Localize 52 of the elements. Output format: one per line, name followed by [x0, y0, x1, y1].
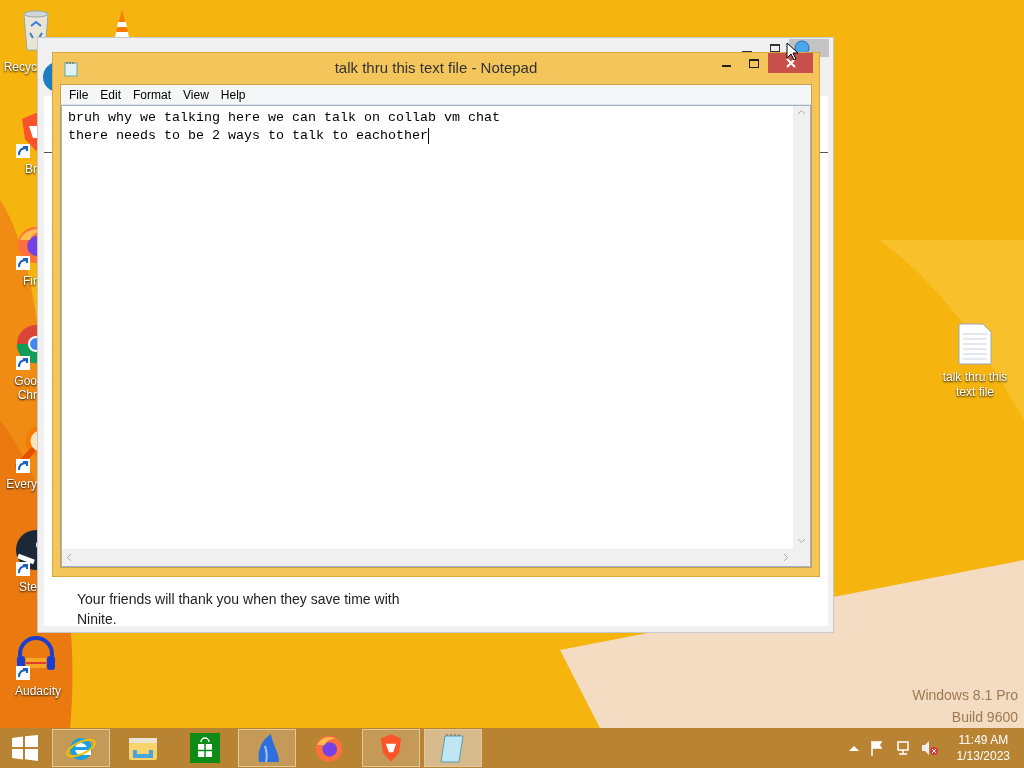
scroll-up-icon [797, 109, 806, 115]
desktop-icon-label[interactable]: Recyc [3, 60, 37, 74]
shortcut-arrow-icon [16, 256, 30, 270]
notepad-icon [63, 60, 79, 77]
shortcut-arrow-icon [16, 666, 30, 680]
taskbar-button[interactable] [424, 729, 482, 767]
menu-item[interactable]: Edit [94, 85, 128, 104]
desktop-icon-label[interactable]: Every [6, 477, 37, 491]
windows-logo-icon [12, 735, 38, 761]
desktop-icon-label[interactable]: Audacity [15, 684, 61, 698]
vertical-scrollbar[interactable] [793, 106, 810, 566]
os-watermark: Windows 8.1 Pro [912, 686, 1018, 705]
clock-time: 11:49 AM [958, 732, 1009, 748]
close-button[interactable] [768, 53, 813, 73]
desktop-icon-label[interactable]: Fir [23, 274, 37, 288]
shortcut-arrow-icon [16, 562, 30, 576]
clock-date: 1/13/2023 [956, 748, 1010, 764]
menu-item[interactable]: View [177, 85, 215, 104]
text-file-icon[interactable] [957, 322, 993, 366]
scroll-left-icon [66, 553, 72, 562]
shortcut-arrow-icon [16, 144, 30, 158]
store-bag-icon [190, 733, 220, 763]
menu-item[interactable]: File [63, 85, 95, 104]
text-line: bruh why we talking here we can talk on collab vm chat [68, 109, 500, 127]
shortcut-arrow-icon [16, 459, 30, 473]
taskbar-button[interactable] [362, 729, 420, 767]
window-title: talk thru this text file - Notepad [333, 58, 539, 79]
muted-speaker-icon[interactable] [920, 740, 939, 756]
os-watermark: Build 9600 [951, 708, 1018, 727]
shortcut-arrow-icon [16, 356, 30, 370]
desktop-icon-label[interactable]: Goo [14, 374, 37, 388]
menu-item[interactable]: Help [214, 85, 252, 104]
promo-text: Your friends will thank you when they save time with Ninite. [77, 590, 401, 629]
close-icon [785, 58, 796, 68]
desktop-icon-label[interactable]: talk thru this text file [936, 370, 1014, 400]
desktop-icon-label[interactable]: Ste [19, 580, 37, 594]
desktop-icon-label[interactable]: Chr [17, 388, 37, 402]
show-hidden-icons-icon[interactable] [848, 745, 859, 751]
menu-item[interactable]: Format [127, 85, 178, 104]
horizontal-scrollbar[interactable] [62, 549, 793, 566]
maximize-icon [749, 58, 759, 68]
scroll-right-icon [783, 553, 789, 562]
network-icon[interactable] [894, 740, 911, 756]
minimize-icon [721, 65, 731, 67]
text-line: there needs to be 2 ways to talk to eachother [68, 127, 428, 145]
taskbar-button[interactable] [238, 729, 296, 767]
clock[interactable]: 11:49 AM 1/13/2023 [956, 732, 1010, 764]
scroll-down-icon [797, 538, 806, 544]
taskbar-button[interactable] [52, 729, 110, 767]
mouse-pointer-icon [786, 42, 800, 62]
flag-icon[interactable] [868, 740, 885, 756]
desktop-icon-label[interactable]: Br [25, 162, 37, 176]
